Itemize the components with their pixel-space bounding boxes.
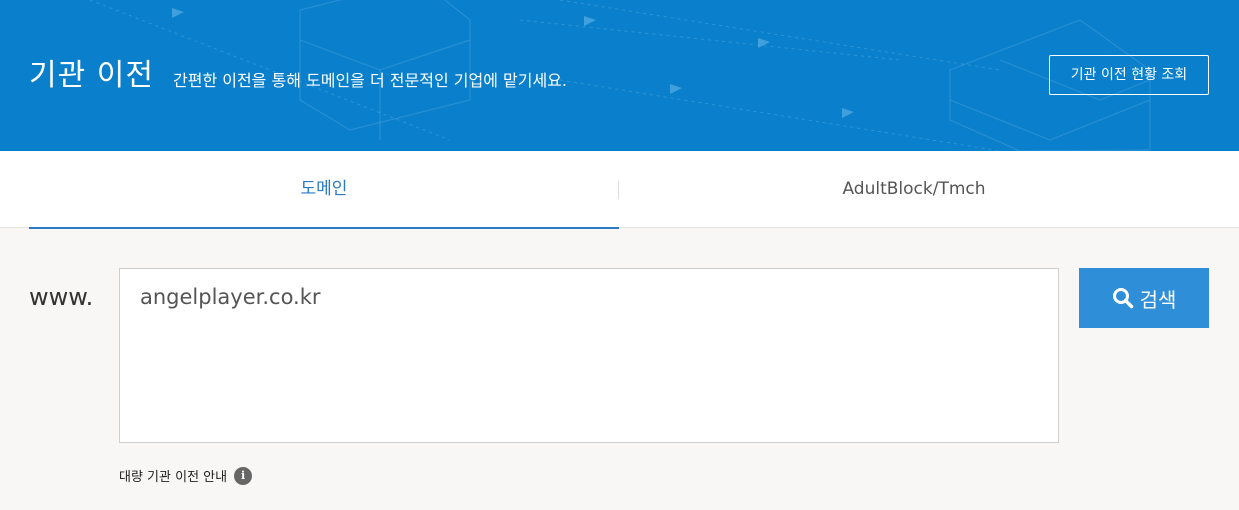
domain-input[interactable] bbox=[119, 268, 1059, 443]
bulk-transfer-guide[interactable]: 대량 기관 이전 안내 i bbox=[119, 466, 253, 485]
bulk-transfer-guide-label: 대량 기관 이전 안내 bbox=[119, 470, 228, 485]
tab-domain[interactable]: 도메인 bbox=[29, 151, 619, 229]
www-prefix-label: www. bbox=[29, 283, 94, 311]
transfer-status-button[interactable]: 기관 이전 현황 조회 bbox=[1049, 55, 1209, 95]
header-banner: 기관 이전 간편한 이전을 통해 도메인을 더 전문적인 기업에 맡기세요. 기… bbox=[0, 0, 1239, 151]
search-button-label: 검색 bbox=[1139, 287, 1177, 312]
tab-bar: 도메인 AdultBlock/Tmch bbox=[0, 151, 1239, 229]
search-icon bbox=[1112, 288, 1133, 309]
page-title: 기관 이전 bbox=[29, 58, 154, 93]
page-subtitle: 간편한 이전을 통해 도메인을 더 전문적인 기업에 맡기세요. bbox=[173, 71, 567, 90]
info-icon[interactable]: i bbox=[234, 466, 253, 485]
tab-adultblock-tmch[interactable]: AdultBlock/Tmch bbox=[619, 151, 1209, 228]
search-button[interactable]: 검색 bbox=[1079, 268, 1209, 328]
